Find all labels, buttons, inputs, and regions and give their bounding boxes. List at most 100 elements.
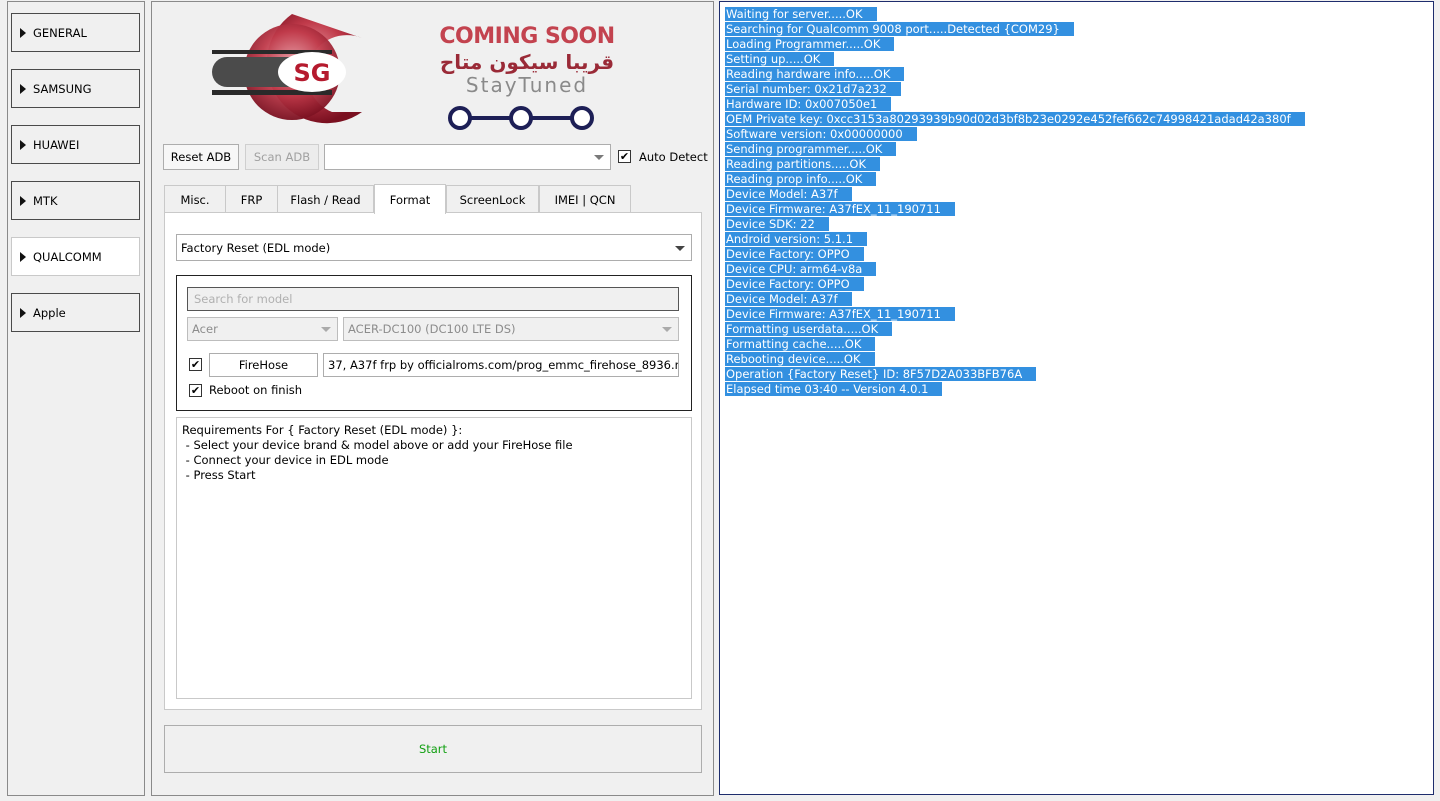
- scan-adb-button[interactable]: Scan ADB: [245, 144, 319, 170]
- log-line-text: Hardware ID: 0x007050e1: [725, 97, 892, 111]
- nav-apple-label: Apple: [33, 305, 66, 320]
- expand-arrow-icon: [20, 83, 26, 94]
- coming-soon-text: COMING SOON: [439, 24, 615, 49]
- log-line: Formatting cache.....OK: [725, 337, 1428, 352]
- log-line: Device Factory: OPPO: [725, 247, 1428, 262]
- log-line: Operation {Factory Reset} ID: 8F57D2A033…: [725, 367, 1428, 382]
- nav-mtk-button[interactable]: MTK: [11, 181, 140, 220]
- firehose-path-field[interactable]: 37, A37f frp by officialroms.com/prog_em…: [323, 353, 679, 377]
- nav-qualcomm-button[interactable]: QUALCOMM: [11, 237, 140, 276]
- tab-frp[interactable]: FRP: [225, 185, 278, 213]
- log-line-text: Sending programmer.....OK: [725, 142, 897, 156]
- log-line: Loading Programmer.....OK: [725, 37, 1428, 52]
- log-line: Searching for Qualcomm 9008 port.....Det…: [725, 22, 1428, 37]
- chevron-down-icon: [675, 245, 685, 251]
- log-line-text: Device Factory: OPPO: [725, 277, 864, 291]
- log-line: Device Firmware: A37fEX_11_190711: [725, 202, 1428, 217]
- log-line-text: Formatting cache.....OK: [725, 337, 876, 351]
- operation-select-value: Factory Reset (EDL mode): [181, 240, 331, 255]
- log-line-text: Loading Programmer.....OK: [725, 37, 895, 51]
- tab-format[interactable]: Format: [374, 184, 446, 214]
- chevron-down-icon: [662, 327, 672, 332]
- log-line-text: Searching for Qualcomm 9008 port.....Det…: [725, 22, 1074, 36]
- nav-huawei-label: HUAWEI: [33, 137, 80, 152]
- model-select[interactable]: ACER-DC100 (DC100 LTE DS): [343, 317, 679, 341]
- model-select-value: ACER-DC100 (DC100 LTE DS): [348, 322, 516, 336]
- model-search-input[interactable]: Search for model: [187, 287, 679, 311]
- coming-soon-banner: COMING SOON قريبا سيكون متاح StayTuned: [414, 24, 644, 134]
- log-line-text: Reading hardware info.....OK: [725, 67, 905, 81]
- brand-select-value: Acer: [192, 322, 218, 336]
- log-line-text: Operation {Factory Reset} ID: 8F57D2A033…: [725, 367, 1037, 381]
- nav-general-button[interactable]: GENERAL: [11, 13, 140, 52]
- log-output[interactable]: Waiting for server.....OK Searching for Q…: [719, 1, 1434, 795]
- log-line-text: Reading partitions.....OK: [725, 157, 881, 171]
- log-line: Reading hardware info.....OK: [725, 67, 1428, 82]
- nav-qualcomm-label: QUALCOMM: [33, 249, 102, 264]
- log-line: Sending programmer.....OK: [725, 142, 1428, 157]
- log-line: Device Model: A37f: [725, 292, 1428, 307]
- reboot-on-finish-label: Reboot on finish: [209, 383, 303, 397]
- firehose-checkbox[interactable]: ✔: [189, 358, 202, 371]
- log-line-text: Device Firmware: A37fEX_11_190711: [725, 202, 955, 216]
- checkmark-icon: ✔: [619, 150, 630, 163]
- log-line-text: Software version: 0x00000000: [725, 127, 917, 141]
- chevron-down-icon: [321, 327, 331, 332]
- reset-adb-button[interactable]: Reset ADB: [163, 144, 239, 170]
- nav-samsung-button[interactable]: SAMSUNG: [11, 69, 140, 108]
- log-line-text: Serial number: 0x21d7a232: [725, 82, 901, 96]
- log-line-text: Device SDK: 22: [725, 217, 829, 231]
- log-line: Setting up.....OK: [725, 52, 1428, 67]
- model-group: Search for model Acer ACER-DC100 (DC100 …: [176, 275, 692, 411]
- brand-select[interactable]: Acer: [187, 317, 338, 341]
- log-line: Device Model: A37f: [725, 187, 1428, 202]
- log-line: Reading prop info.....OK: [725, 172, 1428, 187]
- expand-arrow-icon: [20, 307, 26, 318]
- expand-arrow-icon: [20, 195, 26, 206]
- reboot-on-finish-checkbox[interactable]: ✔: [189, 384, 202, 397]
- log-line: Device CPU: arm64-v8a: [725, 262, 1428, 277]
- tab-screenlock[interactable]: ScreenLock: [446, 185, 539, 213]
- nav-apple-button[interactable]: Apple: [11, 293, 140, 332]
- log-line-text: Device Model: A37f: [725, 292, 852, 306]
- log-line-text: Setting up.....OK: [725, 52, 835, 66]
- firehose-button[interactable]: FireHose: [209, 353, 318, 377]
- svg-text:SG: SG: [294, 59, 331, 87]
- log-line: Reading partitions.....OK: [725, 157, 1428, 172]
- log-line: Rebooting device.....OK: [725, 352, 1428, 367]
- brand-sidebar: GENERAL SAMSUNG HUAWEI MTK QUALCOMM Appl…: [7, 1, 145, 796]
- log-line-text: Elapsed time 03:40 -- Version 4.0.1: [725, 382, 943, 396]
- expand-arrow-icon: [20, 251, 26, 262]
- log-line-text: Device Firmware: A37fEX_11_190711: [725, 307, 955, 321]
- checkmark-icon: ✔: [190, 384, 201, 397]
- expand-arrow-icon: [20, 27, 26, 38]
- operation-select[interactable]: Factory Reset (EDL mode): [176, 234, 692, 261]
- auto-detect-label: Auto Detect: [639, 150, 708, 164]
- log-line: Software version: 0x00000000: [725, 127, 1428, 142]
- nav-mtk-label: MTK: [33, 193, 58, 208]
- log-line-text: Android version: 5.1.1: [725, 232, 868, 246]
- log-line-text: Device CPU: arm64-v8a: [725, 262, 877, 276]
- checkmark-icon: ✔: [190, 358, 201, 371]
- auto-detect-checkbox[interactable]: ✔: [618, 150, 631, 163]
- qualcomm-panel: SG COMING SOON قريبا سيكون متاح StayTune…: [151, 1, 714, 796]
- log-line-text: Waiting for server.....OK: [725, 7, 877, 21]
- log-line-text: Formatting userdata.....OK: [725, 322, 893, 336]
- tab-flash-read[interactable]: Flash / Read: [277, 185, 374, 213]
- nav-huawei-button[interactable]: HUAWEI: [11, 125, 140, 164]
- tab-imei-qcn[interactable]: IMEI | QCN: [539, 185, 631, 213]
- tab-misc[interactable]: Misc.: [164, 185, 226, 213]
- log-line: Hardware ID: 0x007050e1: [725, 97, 1428, 112]
- sg-logo: SG: [212, 14, 362, 124]
- arabic-coming-soon-text: قريبا سيكون متاح: [439, 50, 615, 74]
- log-line: Elapsed time 03:40 -- Version 4.0.1: [725, 382, 1428, 397]
- nav-samsung-label: SAMSUNG: [33, 81, 92, 96]
- log-line-text: Reading prop info.....OK: [725, 172, 877, 186]
- start-button[interactable]: Start: [164, 725, 702, 773]
- log-line-text: Device Model: A37f: [725, 187, 852, 201]
- log-line-text: Device Factory: OPPO: [725, 247, 864, 261]
- log-line: Device SDK: 22: [725, 217, 1428, 232]
- log-line: Formatting userdata.....OK: [725, 322, 1428, 337]
- log-line: Serial number: 0x21d7a232: [725, 82, 1428, 97]
- port-select[interactable]: [324, 144, 611, 170]
